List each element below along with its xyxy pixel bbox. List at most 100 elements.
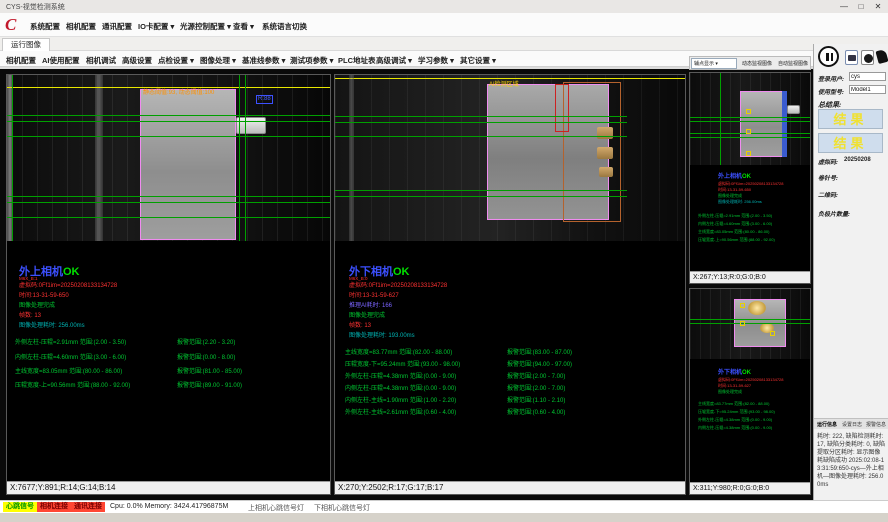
camera-image-top[interactable]: 静态阈值:93, 动态阈值:100 R:88 xyxy=(7,75,330,241)
camera-button[interactable] xyxy=(845,50,858,65)
menu-language-switch[interactable]: 系统语言切换 xyxy=(262,21,307,32)
virtual-code-value: 20250208 xyxy=(844,157,871,163)
elapsed-line: 图像处理耗时: 193.00ms xyxy=(349,333,415,340)
run-log-text: 耗时: 222, 缺陷检测耗时: 17, 缺陷分类耗时: 0, 缺陷提取分区耗时… xyxy=(817,433,886,489)
menu-comm-config[interactable]: 通讯配置 xyxy=(102,21,132,32)
display-mode-label[interactable]: 辅点显示 ▾ xyxy=(694,60,718,67)
done-line: 图像处理完成 xyxy=(349,313,385,320)
login-user-label: 登录用户: xyxy=(818,74,844,83)
pause-button[interactable] xyxy=(818,46,839,67)
status-bar: 心跳信号 相机连接 通讯连接 Cpu: 0.0% Memory: 3424.41… xyxy=(0,500,888,513)
tool-spot-check[interactable]: 点检设置 ▾ xyxy=(158,55,194,66)
camera-icon xyxy=(848,55,856,61)
menu-system-config[interactable]: 系统配置 xyxy=(30,21,60,32)
comm-link-badge: 通讯连接 xyxy=(71,502,105,512)
tool-camera-config[interactable]: 相机配置 xyxy=(6,55,36,66)
menu-camera-config[interactable]: 相机配置 xyxy=(66,21,96,32)
ai-region-label: AI检测区域 xyxy=(489,82,519,89)
virtual-code-line: 虚拟码:0Ff1im=20250208133134728 xyxy=(19,283,117,290)
frame-line: 帧数: 13 xyxy=(19,313,41,320)
monitor-header: 辅点显示 ▾ 动态监视图像 自动监视图像 xyxy=(689,56,811,70)
menu-light-config[interactable]: 光源控制配置 ▾ xyxy=(180,21,231,32)
camera-subtitle: M6X_B:0 xyxy=(349,276,368,281)
frame-line: 帧数: 13 xyxy=(349,323,371,330)
menu-view[interactable]: 查看 ▾ xyxy=(233,21,254,32)
camera-view-top[interactable]: 静态阈值:93, 动态阈值:100 R:88 外上相机OK M6X_B:1 虚拟… xyxy=(6,74,331,495)
pixel-coord-readout-mini1: X:267;Y:13;R:0;G:0;B:0 xyxy=(690,271,810,283)
marker-box xyxy=(746,109,751,114)
done-line: 图像处理完成 xyxy=(19,303,55,310)
tool-plc-table[interactable]: PLC地址表 xyxy=(338,55,376,66)
pause-icon xyxy=(831,53,834,61)
menubar: C 系统配置 相机配置 通讯配置 IO卡配置 ▾ 光源控制配置 ▾ 查看 ▾ 系… xyxy=(0,13,888,37)
overlay-line xyxy=(7,87,330,88)
tab-settings-log[interactable]: 设置日志 xyxy=(842,421,862,428)
record-icon xyxy=(864,54,873,63)
tool-test-params[interactable]: 测试项参数 ▾ xyxy=(290,55,333,66)
pixel-coord-readout-mini2: X:311;Y:980;R:0;G:0;B:0 xyxy=(690,482,810,494)
camera-subtitle: M6X_B:1 xyxy=(19,276,38,281)
monitor-image-1[interactable] xyxy=(690,73,810,165)
heartbeat-badge: 心跳信号 xyxy=(3,502,37,512)
dynamic-monitor-label[interactable]: 动态监视图像 xyxy=(742,60,772,67)
marker-box xyxy=(740,303,745,308)
login-user-field[interactable] xyxy=(849,72,886,81)
window-title: CYS-视觉检测系统 xyxy=(6,2,65,12)
tool-image-processing[interactable]: 图像处理 ▾ xyxy=(200,55,236,66)
connector-tab xyxy=(236,117,266,134)
tool-advanced-settings[interactable]: 高级设置 xyxy=(122,55,152,66)
model-label: 使用型号: xyxy=(818,87,844,96)
record-button[interactable] xyxy=(861,50,874,65)
tab-strip: 运行图像 xyxy=(0,37,888,51)
pixel-coord-readout-bottom: X:270;Y:2502;R:17;G:17;B:17 xyxy=(335,481,685,494)
sidebar: 登录用户: 使用型号: 总结果: 结果 结果 虚拟码: 20250208 卷针号… xyxy=(813,44,888,500)
cpu-memory-readout: Cpu: 0.0% Memory: 3424.41796875M xyxy=(110,503,228,510)
ai-elapsed-line: 推理AI耗时: 166 xyxy=(349,303,392,310)
marker-box xyxy=(746,151,751,156)
menu-io-config[interactable]: IO卡配置 ▾ xyxy=(138,21,174,32)
pause-icon xyxy=(826,53,829,61)
mini-result-title: 外上相机OK xyxy=(718,171,751,180)
camera-link-badge: 相机连接 xyxy=(37,502,71,512)
time-line: 时间:13-31-59-627 xyxy=(349,293,399,300)
tool-ai-config[interactable]: AI使用配置 xyxy=(42,55,80,66)
cam-bottom-signal-label: 下相机心跳信号灯 xyxy=(314,503,370,513)
monitor-panel-2[interactable]: 外下相机OK 虚拟码:0Ff1im=20250208133134728 时间:1… xyxy=(689,288,811,495)
tab-run-info[interactable]: 运行信息 xyxy=(817,421,837,428)
tab-run-image[interactable]: 运行图像 xyxy=(2,38,50,51)
monitor-panel-1[interactable]: 外上相机OK 虚拟码:0Ff1im=20250208133134728 时间:1… xyxy=(689,72,811,284)
threshold-label: 静态阈值:93, 动态阈值:100 xyxy=(143,90,214,97)
auto-monitor-label[interactable]: 自动监视图像 xyxy=(778,60,808,67)
bottom-strip xyxy=(0,513,888,522)
app-logo-icon: C xyxy=(5,15,25,35)
tool-camera-debug[interactable]: 相机调试 xyxy=(86,55,116,66)
camera-view-bottom[interactable]: AI检测区域 外下相机OK M6X_B:0 虚拟码:0Ff1im=2025020… xyxy=(334,74,686,495)
tool-learning-params[interactable]: 学习参数 ▾ xyxy=(418,55,454,66)
needle-no-label: 卷针号: xyxy=(818,173,838,182)
tool-advanced-debug[interactable]: 高级调试 ▾ xyxy=(376,55,412,66)
window-maximize-button[interactable]: □ xyxy=(853,1,869,12)
marker-box xyxy=(740,321,745,326)
defect-box xyxy=(555,84,569,132)
result-box-2: 结果 xyxy=(818,133,883,153)
tool-baseline-params[interactable]: 基准线参数 ▾ xyxy=(242,55,285,66)
time-line: 时间:13-31-59-650 xyxy=(19,293,69,300)
electrode-count-label: 负极片数量: xyxy=(818,209,850,218)
tab-alarm-info[interactable]: 报警信息 xyxy=(866,421,886,428)
app-window: CYS-视觉检测系统 — □ ✕ C 系统配置 相机配置 通讯配置 IO卡配置 … xyxy=(0,0,888,522)
hand-cursor-icon xyxy=(875,49,888,64)
monitor-image-2[interactable] xyxy=(690,289,810,359)
camera-image-bottom[interactable]: AI检测区域 xyxy=(335,75,685,241)
elapsed-line: 图像处理耗时: 256.00ms xyxy=(19,323,85,330)
mini-result-title: 外下相机OK xyxy=(718,367,751,376)
pixel-coord-readout-top: X:7677;Y:891;R:14;G:14;B:14 xyxy=(7,481,330,494)
marker-box xyxy=(746,129,751,134)
virtual-code-line: 虚拟码:0Ff1im=20250208133134728 xyxy=(349,283,447,290)
window-close-button[interactable]: ✕ xyxy=(870,1,886,12)
marker-box xyxy=(770,331,775,336)
window-minimize-button[interactable]: — xyxy=(836,1,852,12)
hand-cursor-button[interactable] xyxy=(876,48,888,66)
model-field[interactable] xyxy=(849,85,886,94)
tool-other-settings[interactable]: 其它设置 ▾ xyxy=(460,55,496,66)
cam-top-signal-label: 上相机心跳信号灯 xyxy=(248,503,304,513)
